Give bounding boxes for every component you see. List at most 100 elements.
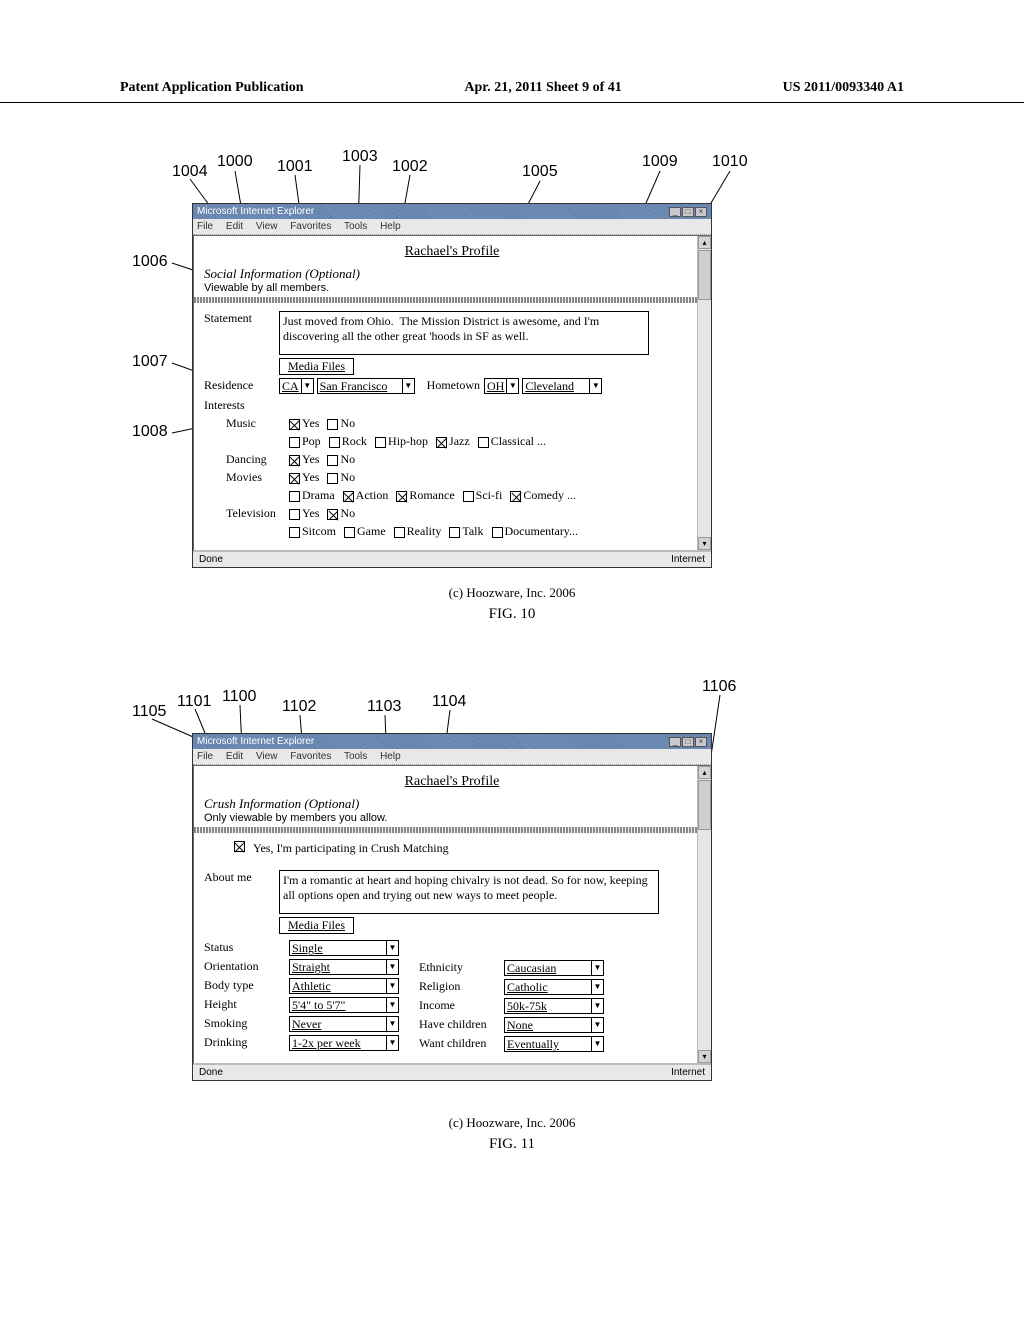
drinking-label: Drinking xyxy=(204,1035,289,1050)
menu-favorites[interactable]: Favorites xyxy=(290,751,331,762)
income-dropdown[interactable]: 50k-75k▼ xyxy=(504,998,604,1014)
music-jazz-checkbox[interactable] xyxy=(436,437,447,448)
chevron-down-icon: ▼ xyxy=(386,998,398,1012)
smoking-dropdown[interactable]: Never▼ xyxy=(289,1016,399,1032)
chevron-down-icon: ▼ xyxy=(386,960,398,974)
scrollbar[interactable]: ▴ ▾ xyxy=(697,766,711,1063)
tv-game-checkbox[interactable] xyxy=(344,527,355,538)
movies-no-checkbox[interactable] xyxy=(327,473,338,484)
menu-help[interactable]: Help xyxy=(380,751,401,762)
menubar[interactable]: File Edit View Favorites Tools Help xyxy=(193,219,711,235)
movies-action-checkbox[interactable] xyxy=(343,491,354,502)
tv-reality-checkbox[interactable] xyxy=(394,527,405,538)
menu-file[interactable]: File xyxy=(197,751,213,762)
scrollbar[interactable]: ▴ ▾ xyxy=(697,236,711,550)
header-right: US 2011/0093340 A1 xyxy=(783,80,904,96)
menu-edit[interactable]: Edit xyxy=(226,751,243,762)
scroll-up-icon[interactable]: ▴ xyxy=(698,236,711,249)
movies-scifi-checkbox[interactable] xyxy=(463,491,474,502)
music-pop-checkbox[interactable] xyxy=(289,437,300,448)
hometown-label: Hometown xyxy=(427,378,480,393)
media-files-button[interactable]: Media Files xyxy=(279,358,354,375)
havechildren-dropdown[interactable]: None▼ xyxy=(504,1017,604,1033)
scroll-down-icon[interactable]: ▾ xyxy=(698,1050,711,1063)
close-icon[interactable]: × xyxy=(695,737,707,747)
interest-music-label: Music xyxy=(204,416,289,431)
dancing-yes-checkbox[interactable] xyxy=(289,455,300,466)
menubar[interactable]: File Edit View Favorites Tools Help xyxy=(193,749,711,765)
divider xyxy=(194,827,710,833)
residence-city-dropdown[interactable]: San Francisco▼ xyxy=(317,378,415,394)
hometown-city-dropdown[interactable]: Cleveland▼ xyxy=(522,378,602,394)
menu-help[interactable]: Help xyxy=(380,221,401,232)
music-no-checkbox[interactable] xyxy=(327,419,338,430)
religion-dropdown[interactable]: Catholic▼ xyxy=(504,979,604,995)
scroll-up-icon[interactable]: ▴ xyxy=(698,766,711,779)
chevron-down-icon: ▼ xyxy=(591,1037,603,1051)
music-hiphop-checkbox[interactable] xyxy=(375,437,386,448)
chevron-down-icon: ▼ xyxy=(591,980,603,994)
hometown-state-dropdown[interactable]: OH▼ xyxy=(484,378,519,394)
smoking-label: Smoking xyxy=(204,1016,289,1031)
menu-view[interactable]: View xyxy=(256,751,278,762)
movies-romance-checkbox[interactable] xyxy=(396,491,407,502)
music-yes-checkbox[interactable] xyxy=(289,419,300,430)
chevron-down-icon: ▼ xyxy=(386,979,398,993)
menu-edit[interactable]: Edit xyxy=(226,221,243,232)
tv-documentary-checkbox[interactable] xyxy=(492,527,503,538)
copyright-fig11: (c) Hoozware, Inc. 2006 xyxy=(132,1115,892,1131)
dancing-no-checkbox[interactable] xyxy=(327,455,338,466)
movies-comedy-checkbox[interactable] xyxy=(510,491,521,502)
statement-input[interactable] xyxy=(279,311,649,355)
participate-label: Yes, I'm participating in Crush Matching xyxy=(253,841,449,856)
statusbar: Done Internet xyxy=(193,1064,711,1080)
tv-no-checkbox[interactable] xyxy=(327,509,338,520)
orientation-dropdown[interactable]: Straight▼ xyxy=(289,959,399,975)
maximize-icon[interactable]: □ xyxy=(682,737,694,747)
menu-favorites[interactable]: Favorites xyxy=(290,221,331,232)
ethnicity-dropdown[interactable]: Caucasian▼ xyxy=(504,960,604,976)
interest-tv-label: Television xyxy=(204,506,289,521)
participate-checkbox[interactable] xyxy=(234,841,245,852)
music-classical-checkbox[interactable] xyxy=(478,437,489,448)
titlebar[interactable]: Microsoft Internet Explorer _□× xyxy=(193,734,711,749)
menu-file[interactable]: File xyxy=(197,221,213,232)
orientation-label: Orientation xyxy=(204,959,289,974)
bodytype-dropdown[interactable]: Athletic▼ xyxy=(289,978,399,994)
drinking-dropdown[interactable]: 1-2x per week▼ xyxy=(289,1035,399,1051)
scroll-thumb[interactable] xyxy=(698,780,711,830)
status-dropdown[interactable]: Single▼ xyxy=(289,940,399,956)
residence-state-dropdown[interactable]: CA▼ xyxy=(279,378,314,394)
window-title: Microsoft Internet Explorer xyxy=(197,736,314,747)
tv-yes-checkbox[interactable] xyxy=(289,509,300,520)
wantchildren-dropdown[interactable]: Eventually▼ xyxy=(504,1036,604,1052)
movies-drama-checkbox[interactable] xyxy=(289,491,300,502)
header-center: Apr. 21, 2011 Sheet 9 of 41 xyxy=(464,80,621,96)
chevron-down-icon: ▼ xyxy=(591,961,603,975)
minimize-icon[interactable]: _ xyxy=(669,737,681,747)
page-header: Patent Application Publication Apr. 21, … xyxy=(0,0,1024,103)
menu-tools[interactable]: Tools xyxy=(344,751,367,762)
maximize-icon[interactable]: □ xyxy=(682,207,694,217)
about-input[interactable] xyxy=(279,870,659,914)
profile-title: Rachael's Profile xyxy=(204,244,700,260)
scroll-down-icon[interactable]: ▾ xyxy=(698,537,711,550)
window-buttons[interactable]: _□× xyxy=(668,206,707,217)
minimize-icon[interactable]: _ xyxy=(669,207,681,217)
height-dropdown[interactable]: 5'4" to 5'7"▼ xyxy=(289,997,399,1013)
movies-yes-checkbox[interactable] xyxy=(289,473,300,484)
tv-sitcom-checkbox[interactable] xyxy=(289,527,300,538)
chevron-down-icon: ▼ xyxy=(589,379,601,393)
media-files-button[interactable]: Media Files xyxy=(279,917,354,934)
scroll-thumb[interactable] xyxy=(698,250,711,300)
music-rock-checkbox[interactable] xyxy=(329,437,340,448)
tv-talk-checkbox[interactable] xyxy=(449,527,460,538)
browser-window-fig11: Microsoft Internet Explorer _□× File Edi… xyxy=(192,733,712,1081)
window-buttons[interactable]: _□× xyxy=(668,736,707,747)
titlebar[interactable]: Microsoft Internet Explorer _□× xyxy=(193,204,711,219)
menu-tools[interactable]: Tools xyxy=(344,221,367,232)
close-icon[interactable]: × xyxy=(695,207,707,217)
menu-view[interactable]: View xyxy=(256,221,278,232)
chevron-down-icon: ▼ xyxy=(402,379,414,393)
chevron-down-icon: ▼ xyxy=(301,379,313,393)
